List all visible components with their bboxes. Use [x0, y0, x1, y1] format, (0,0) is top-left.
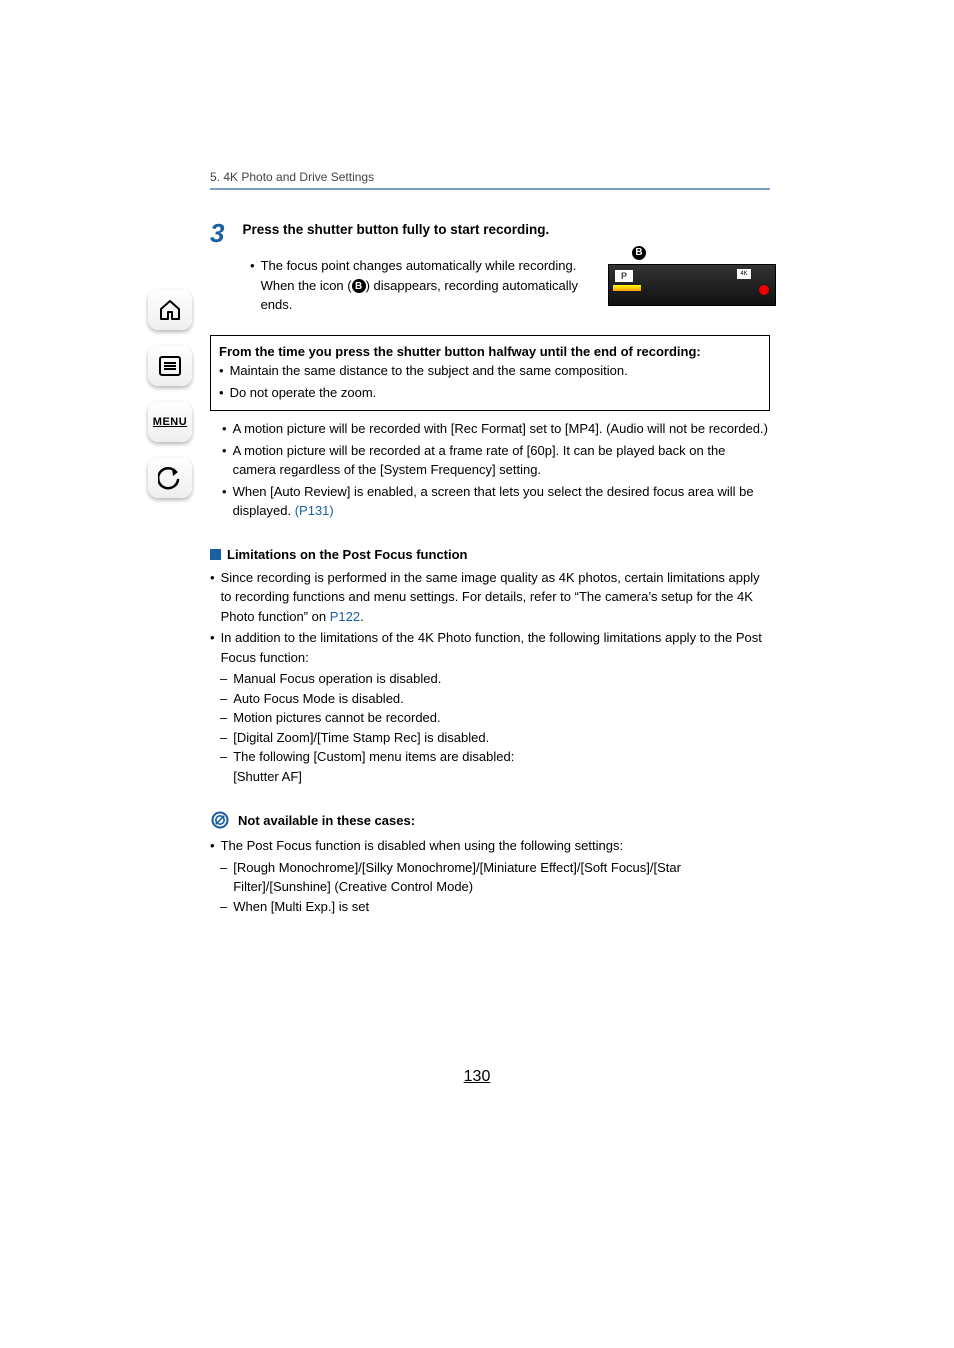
toc-button[interactable]: [148, 346, 192, 386]
thumb-slider: [613, 285, 641, 291]
limitations-heading: Limitations on the Post Focus function: [210, 547, 770, 562]
link-p122[interactable]: P122: [330, 609, 360, 624]
square-bullet-icon: [210, 549, 221, 560]
screen-thumbnail: B P 4K: [608, 264, 776, 306]
after-b2: A motion picture will be recorded at a f…: [233, 441, 770, 480]
na-p1: The Post Focus function is disabled when…: [221, 836, 770, 856]
box-line-1: Maintain the same distance to the subjec…: [230, 361, 761, 381]
after-b1: A motion picture will be recorded with […: [233, 419, 770, 439]
menu-label: MENU: [153, 416, 187, 428]
breadcrumb: 5. 4K Photo and Drive Settings: [210, 170, 770, 188]
lim-d1: Manual Focus operation is disabled.: [233, 669, 441, 689]
thumb-p-badge: P: [615, 270, 633, 282]
not-available-title: Not available in these cases:: [238, 813, 415, 828]
na-d2: When [Multi Exp.] is set: [233, 897, 369, 917]
back-arrow-icon: [158, 466, 182, 490]
lim-d5: The following [Custom] menu items are di…: [233, 747, 514, 767]
limitations-title: Limitations on the Post Focus function: [227, 547, 468, 562]
header-rule: [210, 188, 770, 190]
after-box-notes: •A motion picture will be recorded with …: [210, 419, 770, 521]
home-icon: [158, 298, 182, 322]
box-line-2: Do not operate the zoom.: [230, 383, 761, 403]
lim-d5b: [Shutter AF]: [233, 767, 302, 787]
box-title: From the time you press the shutter butt…: [219, 342, 761, 362]
inline-b-icon: B: [352, 279, 366, 293]
step-number: 3: [210, 220, 224, 246]
na-d1: [Rough Monochrome]/[Silky Monochrome]/[M…: [233, 858, 770, 897]
back-button[interactable]: [148, 458, 192, 498]
thumbnail-label: B: [632, 244, 646, 260]
lim-p1-b: .: [360, 609, 364, 624]
page-content: 5. 4K Photo and Drive Settings 3 Press t…: [210, 170, 770, 916]
lim-d3: Motion pictures cannot be recorded.: [233, 708, 440, 728]
menu-button[interactable]: MENU: [148, 402, 192, 442]
lim-p2: In addition to the limitations of the 4K…: [221, 628, 770, 667]
thumb-b-icon: B: [632, 246, 646, 260]
sidebar-nav: MENU: [140, 290, 200, 498]
step-3: 3 Press the shutter button fully to star…: [210, 220, 770, 246]
not-available-icon: [210, 810, 230, 830]
page-number[interactable]: 130: [0, 1068, 954, 1086]
halfway-note-box: From the time you press the shutter butt…: [210, 335, 770, 412]
home-button[interactable]: [148, 290, 192, 330]
lim-p1-a: Since recording is performed in the same…: [221, 570, 760, 624]
thumb-4k-badge: 4K: [737, 269, 751, 279]
link-p131[interactable]: (P131): [295, 503, 334, 518]
list-icon: [158, 354, 182, 378]
lim-d4: [Digital Zoom]/[Time Stamp Rec] is disab…: [233, 728, 489, 748]
lim-d2: Auto Focus Mode is disabled.: [233, 689, 404, 709]
step-title: Press the shutter button fully to start …: [242, 220, 770, 240]
thumb-rec-dot: [759, 285, 769, 295]
not-available-heading: Not available in these cases:: [210, 810, 770, 830]
